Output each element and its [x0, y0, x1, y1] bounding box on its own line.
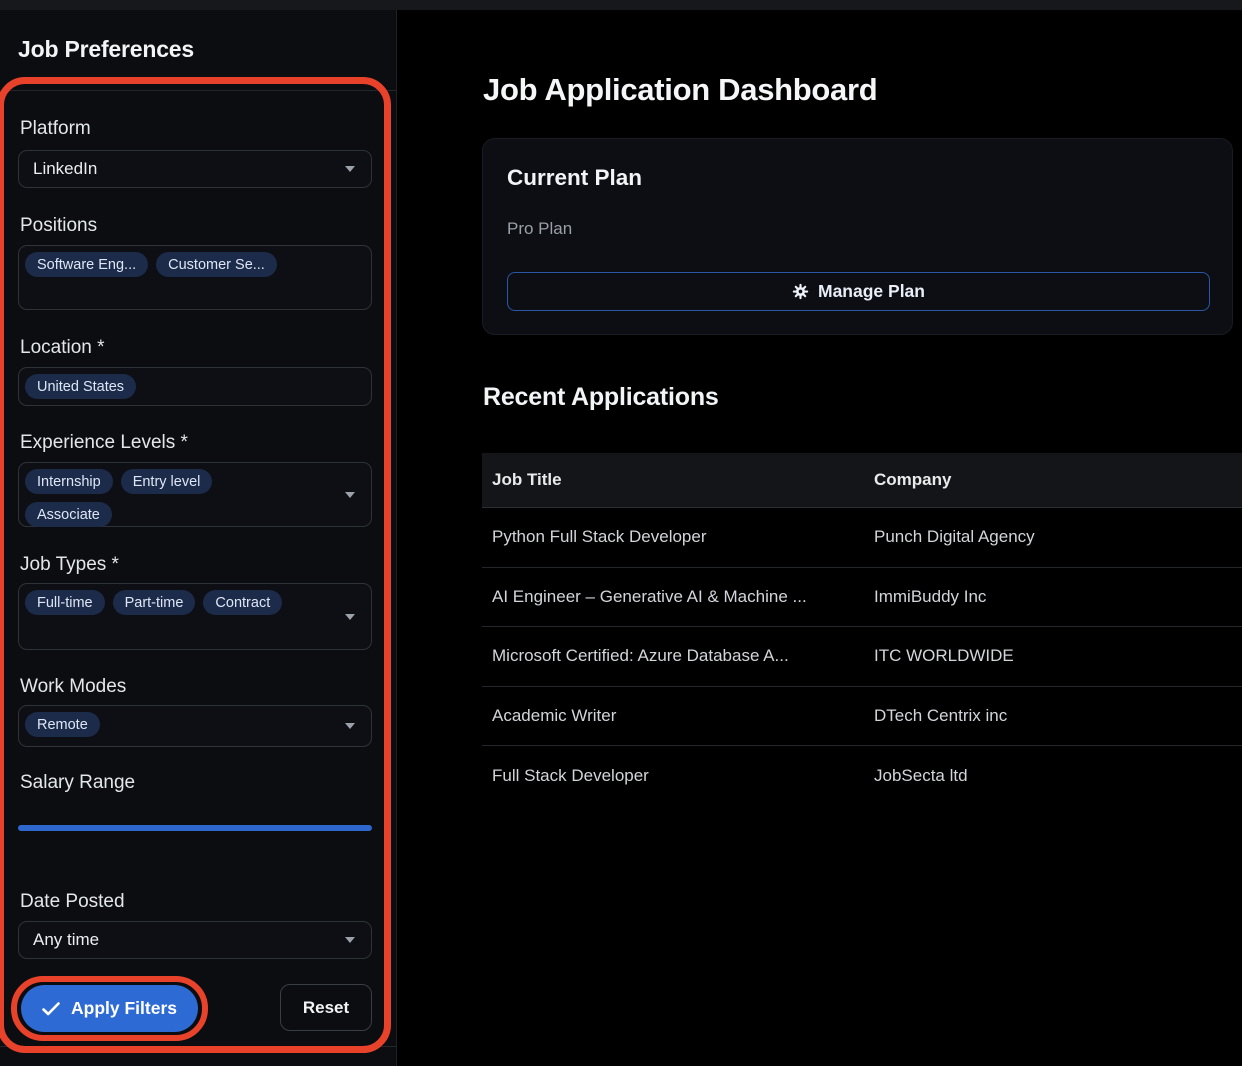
date-posted-value: Any time — [33, 930, 99, 950]
chevron-down-icon — [345, 937, 355, 943]
experience-chip[interactable]: Associate — [25, 502, 112, 527]
positions-label: Positions — [20, 215, 97, 237]
current-plan-card: Current Plan Pro Plan — [482, 138, 1233, 335]
company-cell: DTech Centrix inc — [874, 706, 1242, 726]
check-icon — [42, 1002, 60, 1016]
gear-icon — [792, 283, 809, 300]
experience-levels-select[interactable]: Internship Entry level Associate — [18, 462, 372, 527]
chevron-down-icon — [345, 723, 355, 729]
apply-filters-button[interactable]: Apply Filters — [21, 985, 198, 1032]
manage-plan-button[interactable]: Manage Plan — [507, 272, 1210, 311]
position-chip[interactable]: Software Eng... — [25, 252, 148, 277]
job-preferences-sidebar: Job Preferences Platform LinkedIn Positi… — [0, 10, 397, 1066]
recent-applications-title: Recent Applications — [483, 383, 719, 412]
annotation-highlight: Apply Filters — [11, 976, 208, 1041]
column-header-company: Company — [874, 470, 1242, 490]
table-row: Academic Writer DTech Centrix inc — [482, 687, 1242, 747]
page-title: Job Application Dashboard — [483, 72, 877, 108]
divider — [0, 1046, 396, 1047]
location-chip[interactable]: United States — [25, 374, 136, 399]
position-chip[interactable]: Customer Se... — [156, 252, 277, 277]
job-title-cell: Full Stack Developer — [492, 766, 874, 786]
job-title-cell: Python Full Stack Developer — [492, 527, 874, 547]
experience-chip[interactable]: Entry level — [121, 469, 213, 494]
main-content: Job Application Dashboard Current Plan P… — [397, 10, 1242, 1066]
company-cell: Punch Digital Agency — [874, 527, 1242, 547]
recent-applications-table: Job Title Company Python Full Stack Deve… — [482, 453, 1242, 806]
table-row: Microsoft Certified: Azure Database A...… — [482, 627, 1242, 687]
date-posted-label: Date Posted — [20, 891, 125, 913]
experience-levels-label: Experience Levels * — [20, 432, 188, 454]
job-type-chip[interactable]: Part-time — [113, 590, 196, 615]
positions-input[interactable]: Software Eng... Customer Se... — [18, 245, 372, 310]
work-mode-chip[interactable]: Remote — [25, 712, 100, 737]
job-type-chip[interactable]: Contract — [203, 590, 282, 615]
job-types-label: Job Types * — [20, 554, 119, 576]
table-header-row: Job Title Company — [482, 453, 1242, 508]
work-modes-select[interactable]: Remote — [18, 705, 372, 747]
column-header-job-title: Job Title — [492, 470, 874, 490]
chevron-down-icon — [345, 166, 355, 172]
app-window: Job Preferences Platform LinkedIn Positi… — [0, 0, 1242, 1066]
plan-name: Pro Plan — [507, 219, 572, 239]
table-row: AI Engineer – Generative AI & Machine ..… — [482, 568, 1242, 628]
platform-value: LinkedIn — [33, 159, 97, 179]
current-plan-title: Current Plan — [507, 165, 642, 191]
company-cell: JobSecta ltd — [874, 766, 1242, 786]
platform-select[interactable]: LinkedIn — [18, 150, 372, 188]
chevron-down-icon — [345, 614, 355, 620]
sidebar-title: Job Preferences — [18, 36, 194, 63]
company-cell: ImmiBuddy Inc — [874, 587, 1242, 607]
location-input[interactable]: United States — [18, 367, 372, 406]
table-row: Full Stack Developer JobSecta ltd — [482, 746, 1242, 806]
job-type-chip[interactable]: Full-time — [25, 590, 105, 615]
date-posted-select[interactable]: Any time — [18, 921, 372, 959]
company-cell: ITC WORLDWIDE — [874, 646, 1242, 666]
chevron-down-icon — [345, 492, 355, 498]
salary-range-slider[interactable] — [18, 825, 372, 831]
manage-plan-label: Manage Plan — [818, 281, 925, 302]
work-modes-label: Work Modes — [20, 676, 126, 698]
divider — [0, 90, 396, 91]
job-title-cell: AI Engineer – Generative AI & Machine ..… — [492, 587, 874, 607]
location-label: Location * — [20, 337, 105, 359]
salary-range-label: Salary Range — [20, 772, 135, 794]
apply-filters-label: Apply Filters — [71, 998, 177, 1019]
table-row: Python Full Stack Developer Punch Digita… — [482, 508, 1242, 568]
job-title-cell: Academic Writer — [492, 706, 874, 726]
platform-label: Platform — [20, 118, 91, 140]
experience-chip[interactable]: Internship — [25, 469, 113, 494]
job-types-select[interactable]: Full-time Part-time Contract — [18, 583, 372, 650]
reset-button[interactable]: Reset — [280, 984, 372, 1031]
job-title-cell: Microsoft Certified: Azure Database A... — [492, 646, 874, 666]
top-bar — [0, 0, 1242, 10]
